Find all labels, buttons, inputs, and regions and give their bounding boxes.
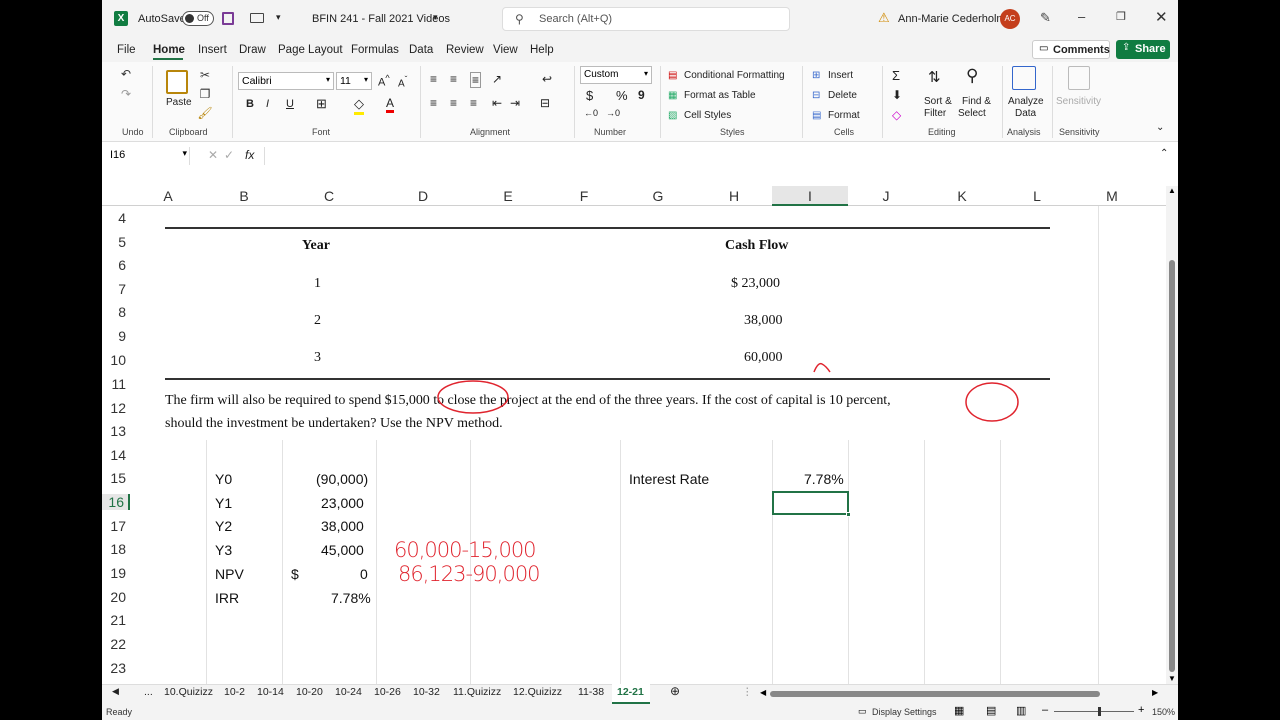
zoom-slider-thumb[interactable] <box>1098 707 1101 716</box>
scroll-down-icon[interactable]: ▼ <box>1168 674 1176 683</box>
cell-b16[interactable]: Y1 <box>215 495 232 511</box>
scroll-up-icon[interactable]: ▲ <box>1168 186 1176 195</box>
cell-b15[interactable]: Y0 <box>215 471 232 487</box>
sheet-tab[interactable]: 10-2 <box>224 686 245 698</box>
cell-g15[interactable]: Interest Rate <box>629 471 709 487</box>
cell-c15[interactable]: (90,000) <box>316 471 368 487</box>
sheet-tab[interactable]: 10-20 <box>296 686 323 698</box>
vertical-scrollbar[interactable]: ▲ ▼ <box>1166 186 1178 684</box>
sheet-tab[interactable]: 12.Quizizz <box>513 686 562 698</box>
excel-window: X AutoSave Off ▾ BFIN 241 - Fall 2021 Vi… <box>102 0 1178 720</box>
add-sheet-icon[interactable]: ⊕ <box>670 684 680 698</box>
scroll-thumb[interactable] <box>1169 260 1175 672</box>
cell-c19[interactable]: 0 <box>360 566 368 582</box>
ink-circle-10-percent <box>965 382 1019 422</box>
cell-c20[interactable]: 7.78% <box>331 590 371 606</box>
cell-c17[interactable]: 38,000 <box>321 518 364 534</box>
cell-b18[interactable]: Y3 <box>215 542 232 558</box>
display-settings-icon: ▭ <box>858 706 867 716</box>
sheet-tab[interactable]: 10-32 <box>413 686 440 698</box>
cell-b20[interactable]: IRR <box>215 590 239 606</box>
sheet-tab[interactable]: 11.Quizizz <box>453 686 501 698</box>
sheet-tab[interactable]: 10-26 <box>374 686 401 698</box>
ink-line-1: 60,000-15,000 <box>394 538 537 562</box>
zoom-level[interactable]: 150% <box>1152 707 1175 717</box>
tab-scroll-left-icon[interactable]: ◀ <box>112 686 119 697</box>
sheet-tab[interactable]: 11-38 <box>578 686 604 698</box>
cell-b19[interactable]: NPV <box>215 566 244 582</box>
sheet-tab[interactable]: 10-24 <box>335 686 362 698</box>
cell-c16[interactable]: 23,000 <box>321 495 364 511</box>
sheet-tab-active[interactable]: 12-21 <box>612 684 650 704</box>
scroll-right-icon[interactable]: ▶ <box>1152 688 1158 697</box>
ink-caret-mark <box>813 362 831 373</box>
selected-cell-i16[interactable] <box>772 491 851 517</box>
ink-circle-15000 <box>437 380 509 414</box>
zoom-in-icon[interactable]: + <box>1138 704 1144 716</box>
status-ready: Ready <box>106 707 133 717</box>
sheet-tab[interactable]: 10.Quizizz <box>164 686 213 698</box>
cell-b17[interactable]: Y2 <box>215 518 232 534</box>
cell-c19-currency[interactable]: $ <box>291 566 299 582</box>
ink-annotations <box>437 362 1019 422</box>
normal-view-icon[interactable]: ▦ <box>954 704 964 717</box>
display-settings-button[interactable]: Display Settings <box>872 707 937 717</box>
horizontal-scrollbar[interactable]: ◀ ▶ <box>760 688 1160 700</box>
sheet-tab[interactable]: 10-14 <box>257 686 284 698</box>
h-scroll-thumb[interactable] <box>770 691 1100 697</box>
cell-c18[interactable]: 45,000 <box>321 542 364 558</box>
scroll-left-icon[interactable]: ◀ <box>760 688 766 697</box>
zoom-slider[interactable] <box>1054 707 1134 716</box>
tab-separator-icon[interactable]: ⋮ <box>742 686 753 698</box>
ink-line-2: 86,123-90,000 <box>398 562 541 586</box>
page-break-view-icon[interactable]: ▥ <box>1016 704 1026 717</box>
tab-overflow[interactable]: ... <box>144 686 153 698</box>
page-layout-view-icon[interactable]: ▤ <box>986 704 996 717</box>
zoom-out-icon[interactable]: – <box>1042 704 1048 716</box>
cell-i15[interactable]: 7.78% <box>804 471 844 487</box>
